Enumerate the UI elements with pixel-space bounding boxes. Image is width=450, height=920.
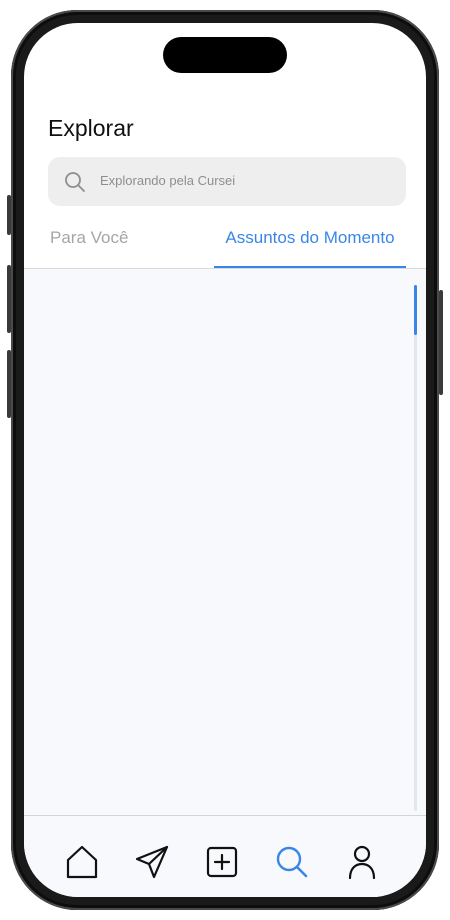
explore-tabs: Para Você Assuntos do Momento: [24, 223, 426, 269]
page-title: Explorar: [48, 115, 134, 141]
bottom-nav: [24, 816, 426, 897]
nav-create-post[interactable]: [204, 844, 240, 880]
trending-content-area: [24, 269, 426, 815]
power-button: [439, 290, 443, 395]
add-post-icon: [206, 846, 238, 878]
search-icon: [276, 846, 308, 878]
search-input[interactable]: Explorando pela Cursei: [100, 173, 235, 188]
tab-para-voce[interactable]: Para Você: [50, 223, 128, 267]
tab-assuntos-do-momento[interactable]: Assuntos do Momento: [214, 223, 406, 268]
nav-home[interactable]: [64, 844, 100, 880]
nav-search[interactable]: [274, 844, 310, 880]
search-icon: [64, 171, 86, 193]
search-bar[interactable]: Explorando pela Cursei: [48, 157, 406, 206]
nav-profile[interactable]: [344, 844, 380, 880]
scrollbar-thumb[interactable]: [414, 285, 417, 335]
profile-icon: [348, 845, 376, 880]
home-icon: [66, 845, 98, 879]
dynamic-island: [163, 37, 287, 73]
phone-frame: Explorar Explorando pela Cursei Para Voc…: [11, 10, 439, 910]
send-icon: [135, 845, 169, 879]
screen: Explorar Explorando pela Cursei Para Voc…: [24, 23, 426, 897]
nav-messages[interactable]: [134, 844, 170, 880]
scrollbar-track[interactable]: [414, 285, 417, 811]
